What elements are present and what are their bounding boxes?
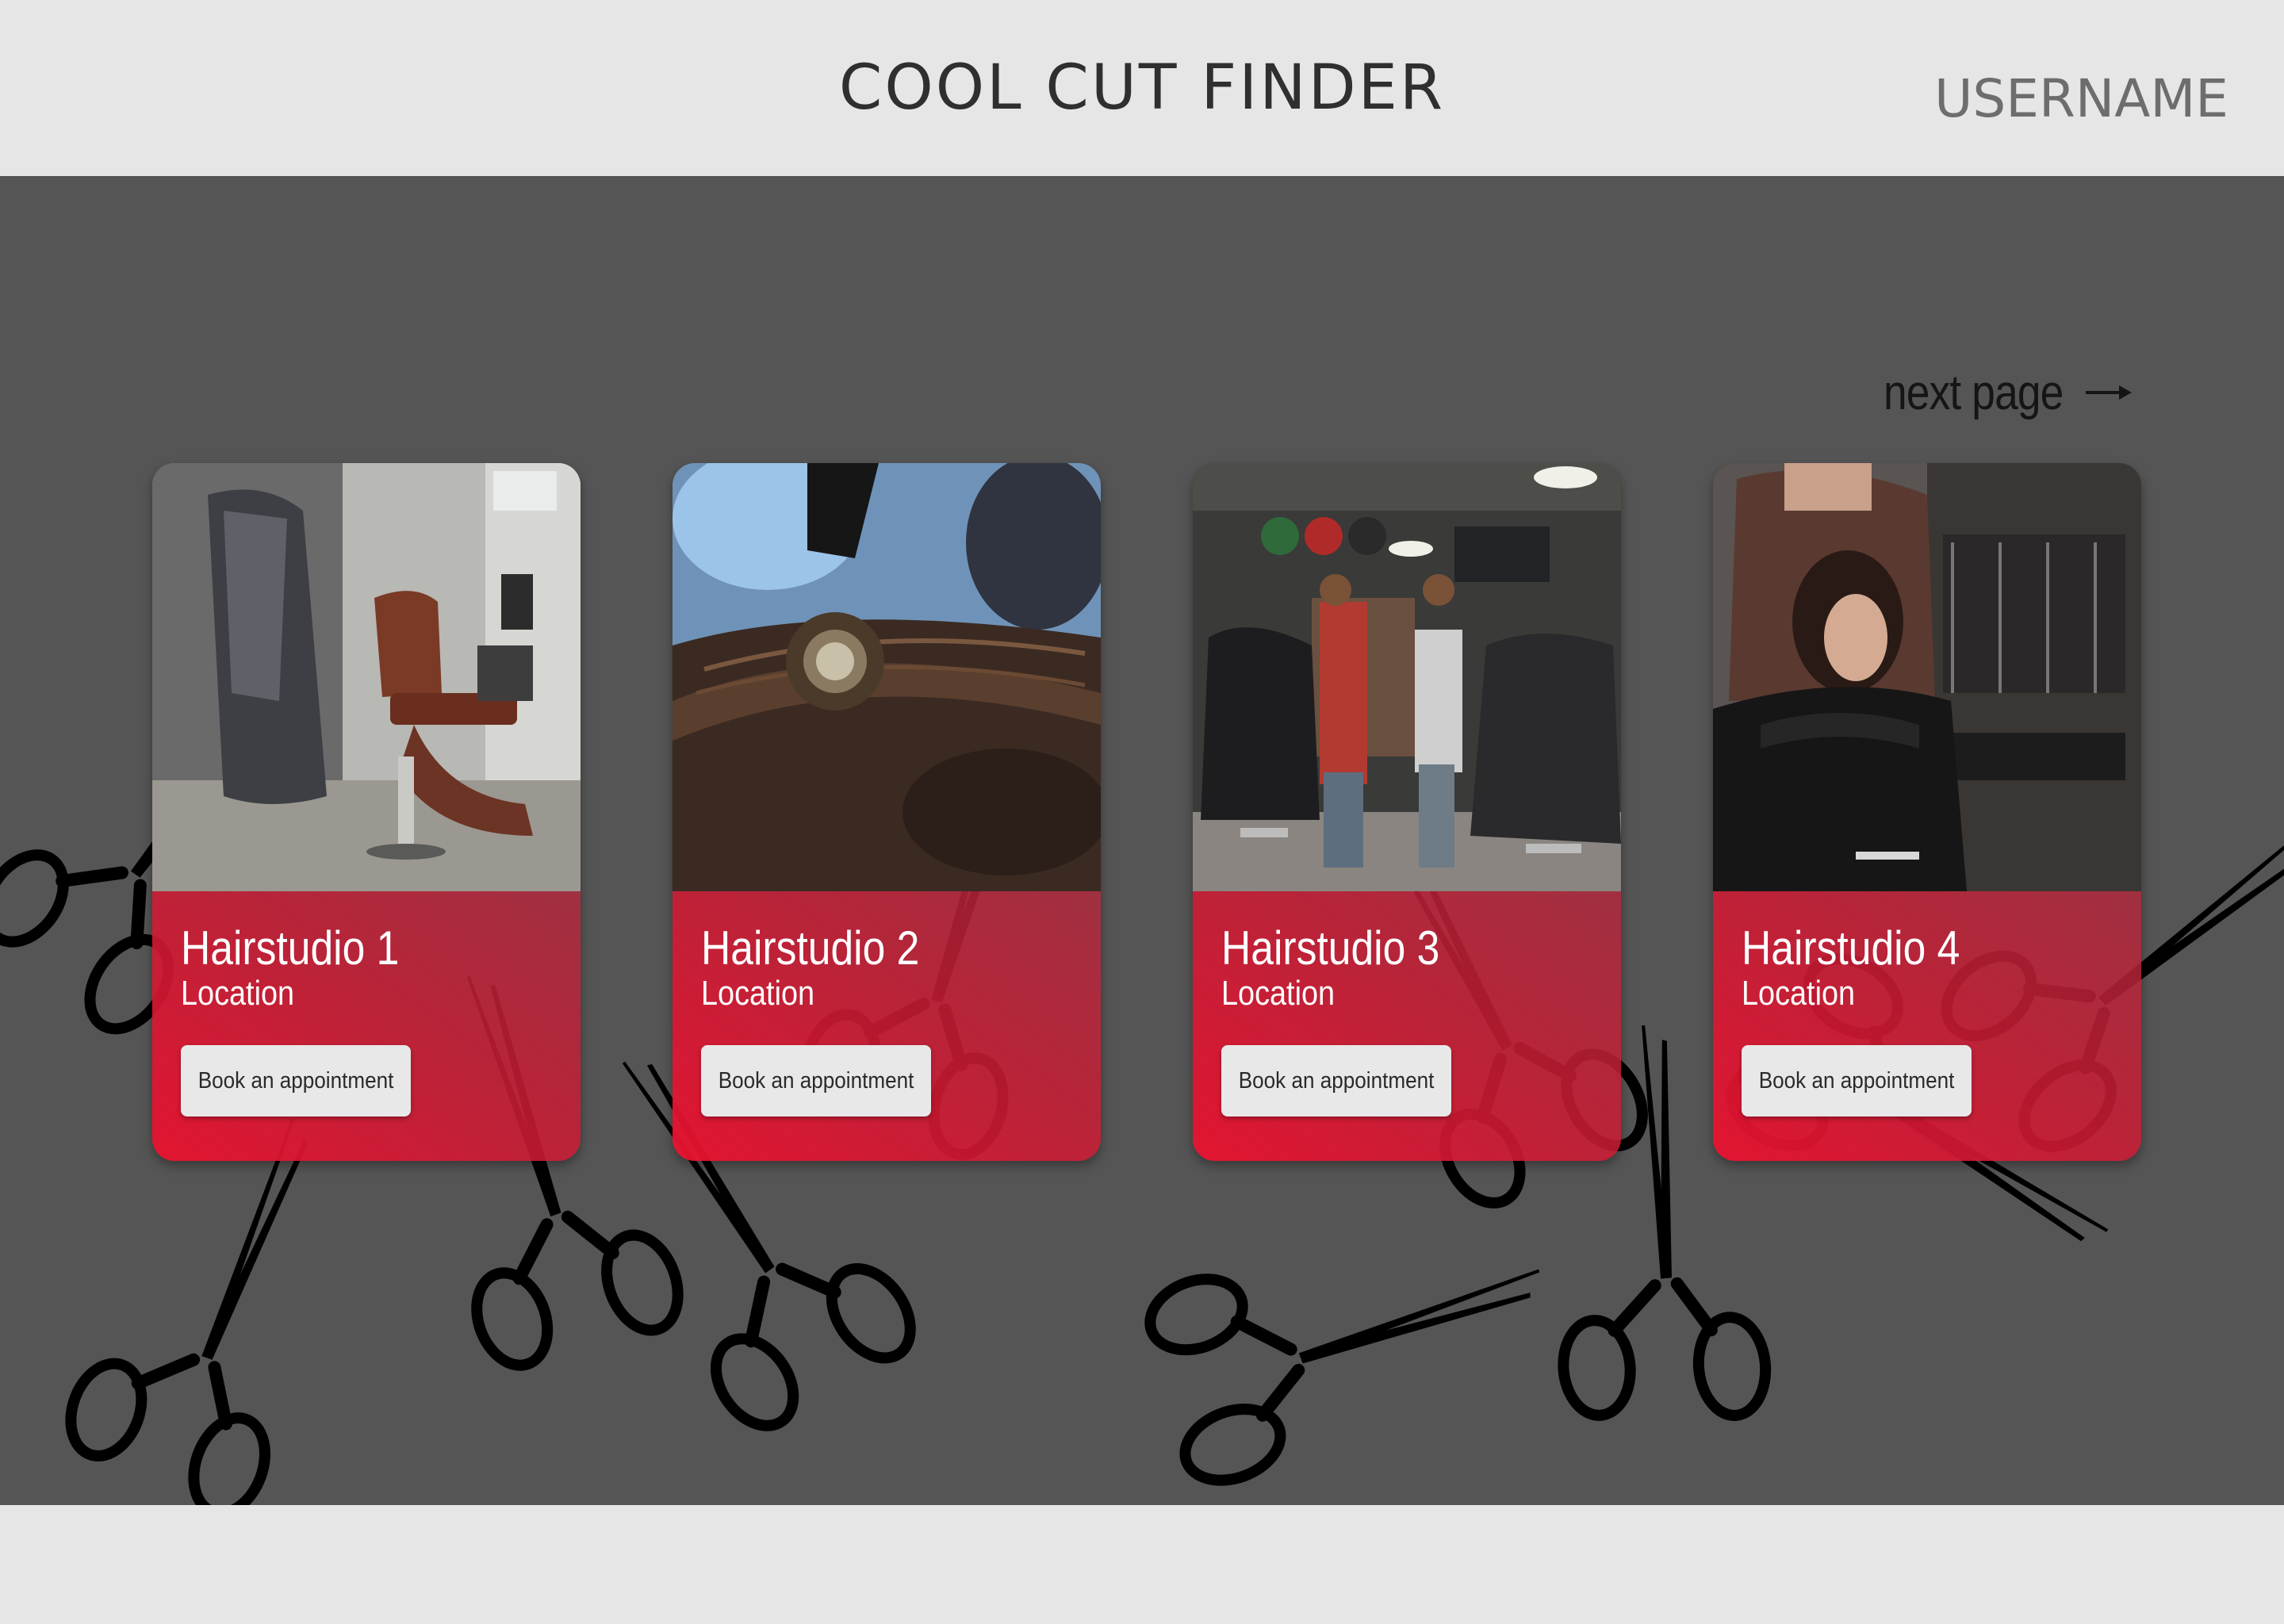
- studio-location: Location: [1221, 974, 1336, 1013]
- book-appointment-label: Book an appointment: [1238, 1067, 1435, 1094]
- book-appointment-button[interactable]: Book an appointment: [701, 1045, 931, 1116]
- arrow-right-icon: [2086, 385, 2133, 400]
- top-bar: COOL CUT FINDER USERNAME: [0, 0, 2284, 176]
- barbers-cutting-hair-photo: [1193, 463, 1621, 891]
- bottom-bar: [0, 1505, 2284, 1624]
- studio-location: Location: [701, 974, 815, 1013]
- studio-listing-area: next page Hairstudio 1 Location Book an …: [0, 176, 2284, 1505]
- username-link[interactable]: USERNAME: [1934, 73, 2228, 125]
- studio-card[interactable]: Hairstudio 4 Location Book an appointmen…: [1713, 463, 2141, 1161]
- studio-card[interactable]: Hairstudio 1 Location Book an appointmen…: [152, 463, 581, 1161]
- next-page-label: next page: [1884, 365, 2064, 420]
- studio-name: Hairstudio 3: [1221, 921, 1440, 975]
- stylist-with-client-photo: [1713, 463, 2141, 891]
- studio-card-info: Hairstudio 4 Location Book an appointmen…: [1713, 891, 2141, 1161]
- studio-card[interactable]: Hairstudio 3 Location Book an appointmen…: [1193, 463, 1621, 1161]
- book-appointment-button[interactable]: Book an appointment: [1742, 1045, 1972, 1116]
- next-page-link[interactable]: next page: [1884, 365, 2133, 420]
- studio-card[interactable]: Hairstudio 2 Location Book an appointmen…: [673, 463, 1101, 1161]
- studio-name: Hairstudio 2: [701, 921, 920, 975]
- book-appointment-label: Book an appointment: [1758, 1067, 1955, 1094]
- studio-card-info: Hairstudio 1 Location Book an appointmen…: [152, 891, 581, 1161]
- book-appointment-label: Book an appointment: [197, 1067, 394, 1094]
- hair-blowdry-brush-photo: [673, 463, 1101, 891]
- studio-name: Hairstudio 4: [1742, 921, 1960, 975]
- book-appointment-button[interactable]: Book an appointment: [181, 1045, 411, 1116]
- studio-location: Location: [1742, 974, 1856, 1013]
- studio-location: Location: [181, 974, 295, 1013]
- studio-card-info: Hairstudio 2 Location Book an appointmen…: [673, 891, 1101, 1161]
- studio-name: Hairstudio 1: [181, 921, 400, 975]
- book-appointment-label: Book an appointment: [718, 1067, 914, 1094]
- studio-card-info: Hairstudio 3 Location Book an appointmen…: [1193, 891, 1621, 1161]
- book-appointment-button[interactable]: Book an appointment: [1221, 1045, 1451, 1116]
- barbershop-chairs-photo: [152, 463, 581, 891]
